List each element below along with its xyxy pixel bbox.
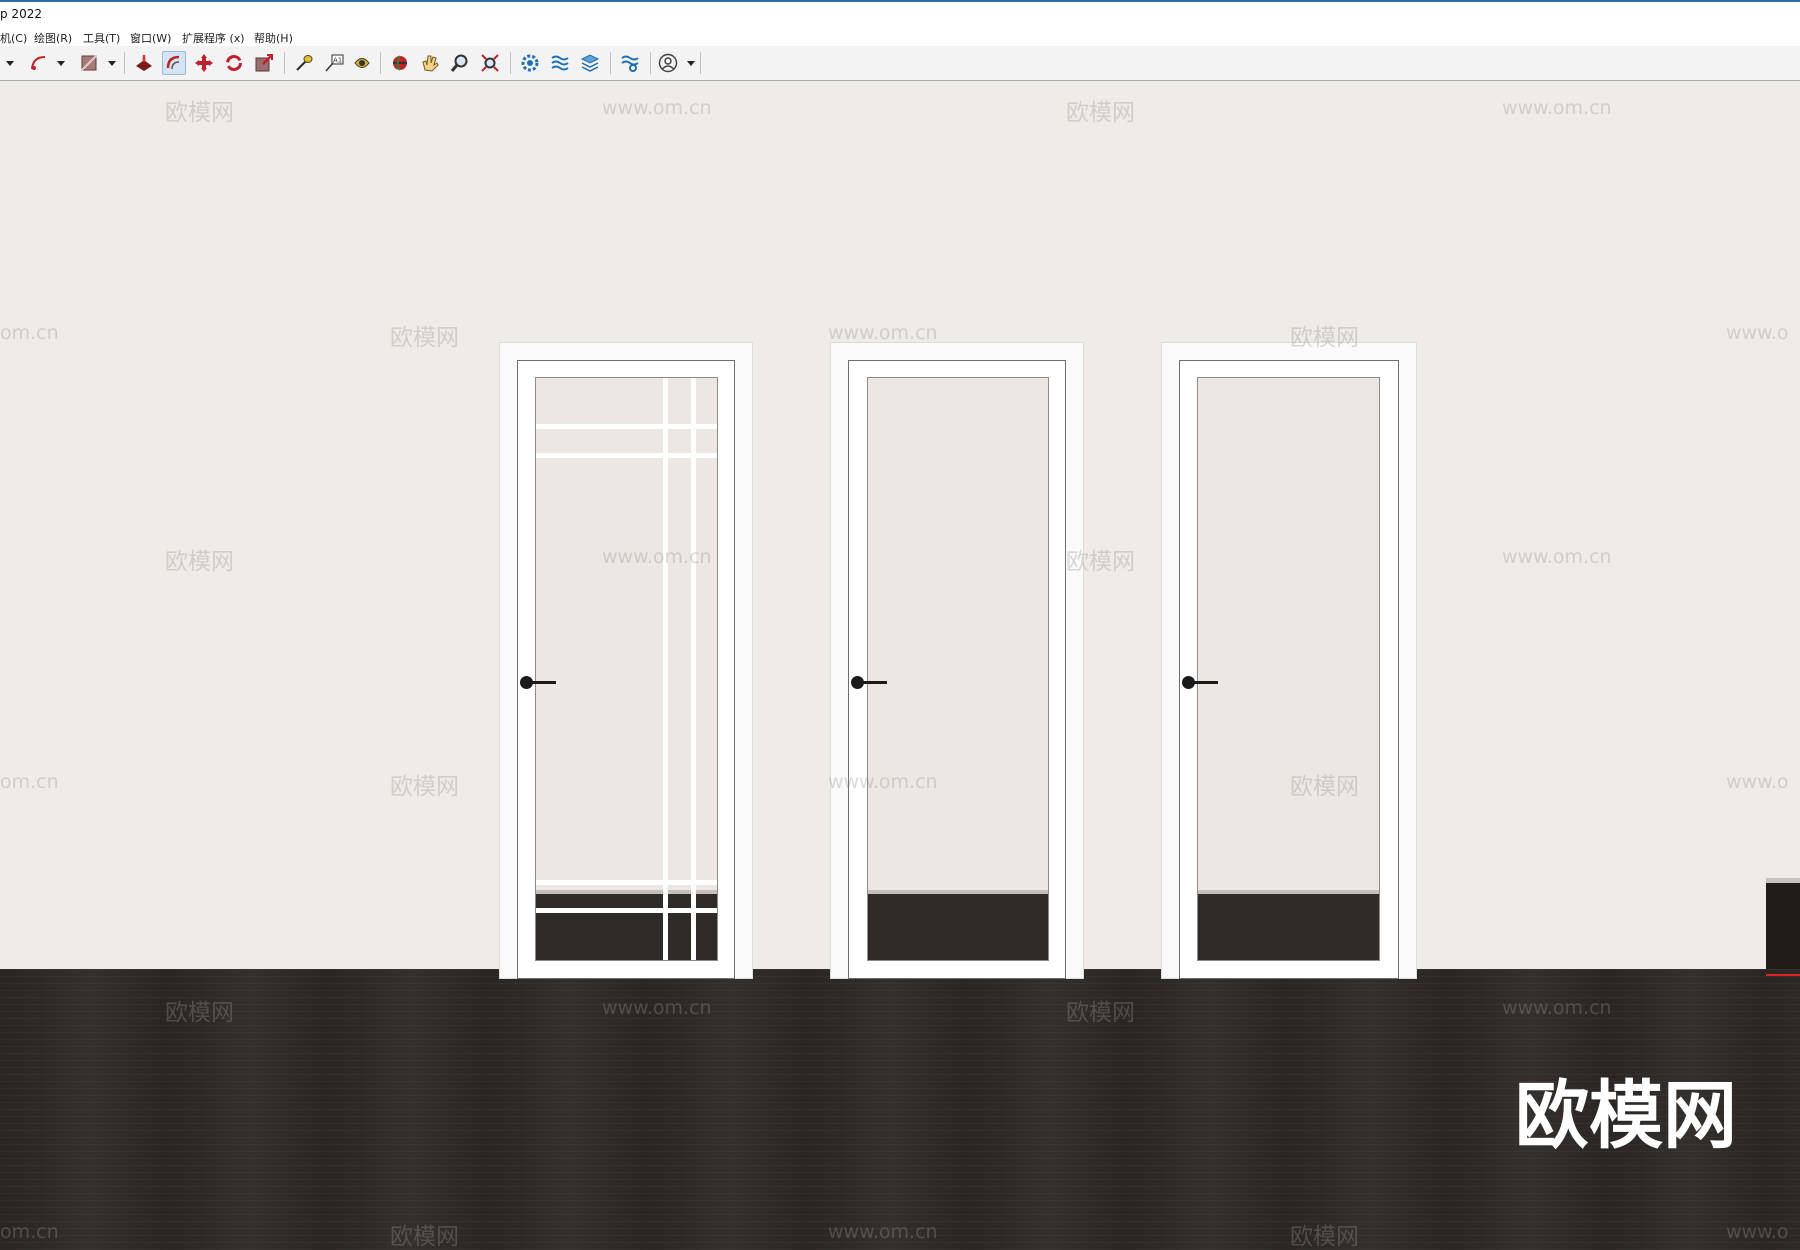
grid-bar-vertical xyxy=(663,378,668,960)
watermark-brand: 欧模网 xyxy=(1066,549,1135,575)
watermark-brand: 欧模网 xyxy=(390,774,459,800)
zoom-icon[interactable] xyxy=(448,51,472,75)
rotate-icon[interactable] xyxy=(222,51,246,75)
zoom-extents-icon[interactable] xyxy=(478,51,502,75)
toolbar-separator xyxy=(610,52,611,74)
watermark-url-fragment: www.o xyxy=(1726,1221,1789,1243)
extension-layers-icon[interactable] xyxy=(578,51,602,75)
handle-lever xyxy=(859,681,887,684)
menu-tools[interactable]: 工具(T) xyxy=(83,30,120,46)
watermark-url: www.om.cn xyxy=(602,546,712,568)
scale-icon[interactable] xyxy=(252,51,276,75)
adjacent-door-frame xyxy=(1766,883,1800,969)
floor-reflection-dark xyxy=(868,894,1048,960)
extension-settings-icon[interactable] xyxy=(618,51,642,75)
grid-bar-vertical xyxy=(691,378,696,960)
brand-watermark-large: 欧模网 xyxy=(1515,1073,1737,1159)
watermark-brand: 欧模网 xyxy=(165,549,234,575)
paint-dropdown-icon[interactable] xyxy=(108,61,116,66)
watermark-url: www.om.cn xyxy=(828,771,938,793)
door-grid-glass[interactable] xyxy=(499,342,753,979)
door-slim-glass[interactable] xyxy=(1161,342,1417,979)
watermark-url-fragment: www.o xyxy=(1726,322,1789,344)
watermark-url: www.om.cn xyxy=(1502,997,1612,1019)
watermark-url-fragment: om.cn xyxy=(0,322,59,344)
watermark-url: www.om.cn xyxy=(602,97,712,119)
modeling-viewport[interactable]: 欧模网 www.om.cn 欧模网 www.om.cn om.cn 欧模网 ww… xyxy=(0,81,1800,1250)
toolbar-separator xyxy=(650,52,651,74)
toolbar-separator xyxy=(700,52,701,74)
watermark-brand: 欧模网 xyxy=(1066,100,1135,126)
floor-reflection-dark xyxy=(1198,894,1379,960)
arc-pencil-icon[interactable] xyxy=(27,51,51,75)
menu-extensions[interactable]: 扩展程序 (x) xyxy=(182,30,245,46)
menu-draw[interactable]: 绘图(R) xyxy=(34,30,72,46)
push-pull-icon[interactable] xyxy=(132,51,156,75)
door-plain-glass[interactable] xyxy=(830,342,1084,979)
dropdown-icon[interactable] xyxy=(6,61,14,66)
account-dropdown-icon[interactable] xyxy=(687,61,695,66)
toolbar-separator xyxy=(124,52,125,74)
menu-help[interactable]: 帮助(H) xyxy=(254,30,293,46)
handle-lever xyxy=(528,681,556,684)
watermark-url: www.om.cn xyxy=(828,322,938,344)
door-glass-panel xyxy=(867,377,1049,961)
watermark-url: www.om.cn xyxy=(1502,546,1612,568)
menu-bar: 机(C) 绘图(R) 工具(T) 窗口(W) 扩展程序 (x) 帮助(H) xyxy=(0,28,1800,46)
watermark-brand: 欧模网 xyxy=(165,1000,234,1026)
window-title: p 2022 xyxy=(0,7,42,21)
menu-window[interactable]: 窗口(W) xyxy=(130,30,171,46)
main-toolbar: A1 xyxy=(0,46,1800,81)
watermark-brand: 欧模网 xyxy=(1290,325,1359,351)
svg-text:A1: A1 xyxy=(333,57,342,65)
tape-measure-icon[interactable] xyxy=(292,51,316,75)
pan-icon[interactable] xyxy=(418,51,442,75)
orbit-icon[interactable] xyxy=(388,51,412,75)
watermark-url-fragment: om.cn xyxy=(0,1221,59,1243)
move-icon[interactable] xyxy=(192,51,216,75)
toolbar-separator xyxy=(380,52,381,74)
red-axis-line xyxy=(1766,974,1800,976)
door-glass-panel xyxy=(535,377,718,961)
watermark-url-fragment: www.o xyxy=(1726,771,1789,793)
offset-icon[interactable] xyxy=(162,51,186,75)
handle-lever xyxy=(1190,681,1218,684)
watermark-brand: 欧模网 xyxy=(390,325,459,351)
watermark-url: www.om.cn xyxy=(828,1221,938,1243)
paint-bucket-icon[interactable] xyxy=(77,51,101,75)
menu-camera[interactable]: 机(C) xyxy=(0,30,27,46)
extension-wave-icon[interactable] xyxy=(548,51,572,75)
extension-gear-icon[interactable] xyxy=(518,51,542,75)
toolbar-separator xyxy=(284,52,285,74)
watermark-brand: 欧模网 xyxy=(165,100,234,126)
watermark-brand: 欧模网 xyxy=(1066,1000,1135,1026)
floor-reflection-dark xyxy=(536,894,717,960)
toolbar-separator xyxy=(510,52,511,74)
paint-icon[interactable] xyxy=(350,51,374,75)
user-account-icon[interactable] xyxy=(656,51,680,75)
title-bar: p 2022 xyxy=(0,2,1800,28)
watermark-url-fragment: om.cn xyxy=(0,771,59,793)
watermark-brand: 欧模网 xyxy=(1290,1224,1359,1250)
watermark-brand: 欧模网 xyxy=(390,1224,459,1250)
door-glass-panel xyxy=(1197,377,1380,961)
watermark-brand: 欧模网 xyxy=(1290,774,1359,800)
watermark-url: www.om.cn xyxy=(1502,97,1612,119)
arc-dropdown-icon[interactable] xyxy=(57,61,65,66)
watermark-url: www.om.cn xyxy=(602,997,712,1019)
text-label-icon[interactable]: A1 xyxy=(322,51,346,75)
